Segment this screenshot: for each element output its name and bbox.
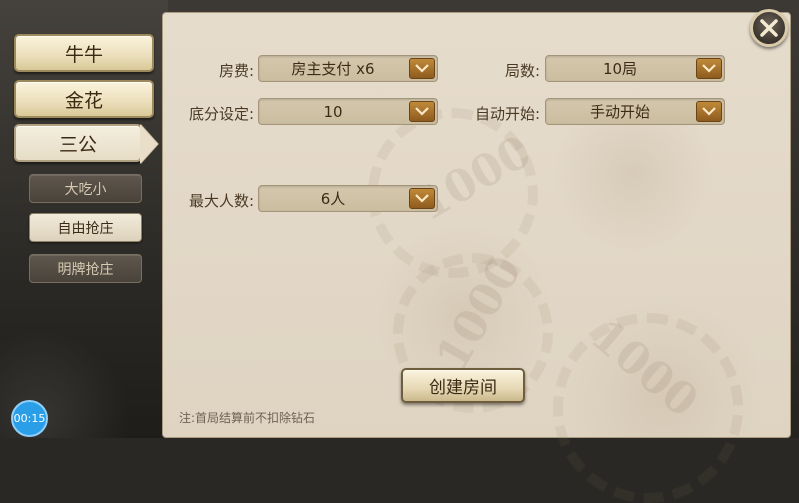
fee-label: 房费: — [218, 62, 254, 80]
chevron-down-icon[interactable] — [409, 101, 435, 122]
chevron-down-icon[interactable] — [696, 101, 722, 122]
chevron-down-icon[interactable] — [409, 188, 435, 209]
category-tab-label: 三公 — [58, 133, 97, 156]
mode-button-label: 自由抢庄 — [57, 220, 114, 237]
auto-start-value: 手动开始 — [589, 103, 650, 121]
timer-text: 00:15 — [13, 412, 46, 425]
chevron-down-icon[interactable] — [696, 58, 722, 79]
chevron-down-icon[interactable] — [409, 58, 435, 79]
fee-value: 房主支付 x6 — [291, 60, 375, 78]
mode-button-free-banker[interactable]: 自由抢庄 — [29, 213, 142, 242]
category-tab-label: 金花 — [64, 89, 103, 112]
create-room-button-label: 创建房间 — [429, 378, 497, 398]
mode-button-label: 大吃小 — [64, 181, 107, 198]
base-score-label: 底分设定: — [188, 105, 254, 123]
countdown-timer: 00:15 — [11, 400, 48, 437]
rounds-label: 局数: — [504, 62, 540, 80]
max-players-label: 最大人数: — [188, 192, 254, 210]
rounds-select[interactable]: 10局 — [545, 55, 725, 82]
category-tab-label: 牛牛 — [64, 43, 103, 66]
max-players-value: 6人 — [320, 190, 346, 208]
mode-button-label: 明牌抢庄 — [57, 261, 114, 278]
auto-start-select[interactable]: 手动开始 — [545, 98, 725, 125]
mode-button-dachixiao[interactable]: 大吃小 — [29, 174, 142, 203]
max-players-select[interactable]: 6人 — [258, 185, 438, 212]
category-tab-jinhua[interactable]: 金花 — [14, 80, 154, 118]
base-score-select[interactable]: 10 — [258, 98, 438, 125]
create-room-button[interactable]: 创建房间 — [401, 368, 525, 403]
close-button[interactable] — [750, 9, 788, 47]
category-tab-niuniu[interactable]: 牛牛 — [14, 34, 154, 72]
active-tab-arrow — [140, 124, 158, 164]
mode-button-open-banker[interactable]: 明牌抢庄 — [29, 254, 142, 283]
close-icon — [760, 19, 778, 37]
diamond-note: 注:首局结算前不扣除钻石 — [179, 411, 316, 425]
fee-select[interactable]: 房主支付 x6 — [258, 55, 438, 82]
rounds-value: 10局 — [602, 60, 638, 78]
category-tab-sangong[interactable]: 三公 — [14, 124, 142, 162]
auto-start-label: 自动开始: — [474, 105, 540, 123]
base-score-value: 10 — [323, 102, 343, 121]
